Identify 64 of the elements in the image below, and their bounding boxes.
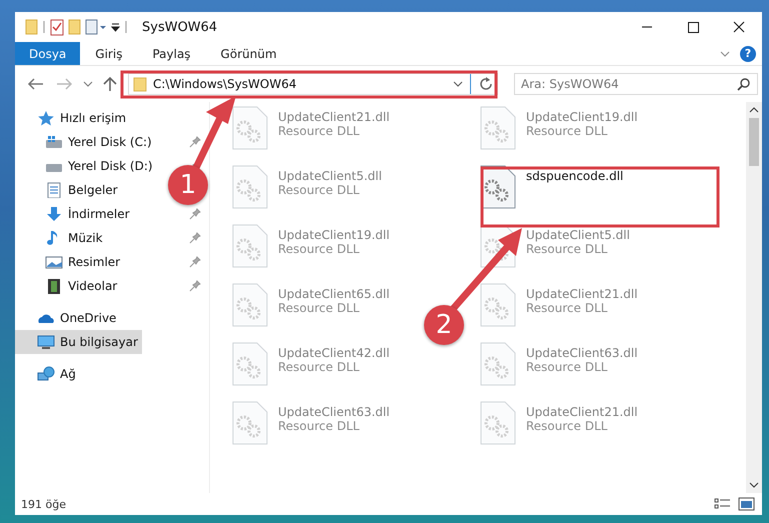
dll-file-gears-icon <box>232 106 268 150</box>
thumbnail-view-icon[interactable] <box>738 497 756 511</box>
sidebar-item[interactable]: Resimler <box>15 250 124 274</box>
sidebar-item[interactable]: Müzik <box>15 226 107 250</box>
dll-file-gears-icon <box>232 342 268 386</box>
search-icon <box>737 77 751 91</box>
file-item[interactable]: UpdateClient19.dll Resource DLL <box>232 224 390 268</box>
scrollbar-thumb[interactable] <box>749 118 759 166</box>
network-icon <box>37 366 55 382</box>
item-count: 191 öğe <box>21 498 66 510</box>
dll-file-gears-icon <box>480 401 516 445</box>
ribbon-tab[interactable]: Dosya <box>15 42 80 65</box>
sidebar-item[interactable]: Videolar <box>15 274 122 298</box>
picture-icon <box>45 254 63 270</box>
dll-file-gears-icon <box>480 283 516 327</box>
document-icon <box>45 182 63 198</box>
details-view-icon[interactable] <box>714 497 732 511</box>
file-item[interactable]: UpdateClient63.dll Resource DLL <box>480 342 638 386</box>
file-item[interactable]: UpdateClient5.dll Resource DLL <box>232 165 382 209</box>
file-item[interactable]: UpdateClient21.dll Resource DLL <box>232 106 390 150</box>
scrollbar[interactable] <box>746 102 762 493</box>
file-item[interactable]: UpdateClient21.dll Resource DLL <box>480 283 638 327</box>
search-field[interactable]: Ara: SysWOW64 <box>514 73 758 95</box>
dll-file-gears-icon <box>480 106 516 150</box>
file-item[interactable]: UpdateClient42.dll Resource DLL <box>232 342 390 386</box>
file-item[interactable]: UpdateClient21.dll Resource DLL <box>480 401 638 445</box>
address-path: C:\Windows\SysWOW64 <box>153 77 298 91</box>
file-item[interactable]: UpdateClient65.dll Resource DLL <box>232 283 390 327</box>
pin-icon[interactable] <box>189 136 201 148</box>
dll-file-gears-icon <box>232 165 268 209</box>
dll-file-gears-icon <box>232 401 268 445</box>
file-item[interactable]: UpdateClient19.dll Resource DLL <box>480 106 638 150</box>
pin-icon[interactable] <box>189 232 201 244</box>
window-title: SysWOW64 <box>142 20 218 34</box>
address-bar[interactable]: C:\Windows\SysWOW64 <box>128 73 498 95</box>
scroll-up-icon[interactable] <box>749 106 759 114</box>
star-icon <box>37 110 55 126</box>
up-arrow-icon[interactable] <box>101 76 119 92</box>
dll-file-gears-icon <box>232 224 268 268</box>
monitor-icon <box>37 334 55 350</box>
file-item[interactable]: sdspuencode.dll <box>480 165 624 209</box>
sidebar-item[interactable]: Ağ <box>15 362 80 386</box>
sidebar-item[interactable]: OneDrive <box>15 306 120 330</box>
help-button[interactable]: ? <box>740 46 756 62</box>
pin-icon[interactable] <box>189 280 201 292</box>
scroll-down-icon[interactable] <box>749 481 759 489</box>
pin-icon[interactable] <box>189 208 201 220</box>
ribbon-tab[interactable]: Giriş <box>80 42 138 65</box>
drive-icon <box>45 134 63 150</box>
file-item[interactable]: UpdateClient63.dll Resource DLL <box>232 401 390 445</box>
sidebar-item[interactable]: Bu bilgisayar <box>15 330 142 354</box>
dll-file-gears-icon <box>232 283 268 327</box>
sidebar-item[interactable]: Yerel Disk (D:) <box>15 154 157 178</box>
film-icon <box>45 278 63 294</box>
download-arrow-icon <box>45 206 63 222</box>
dll-file-gears-icon <box>480 342 516 386</box>
sidebar-item[interactable]: Belgeler <box>15 178 122 202</box>
ribbon-tab[interactable]: Paylaş <box>137 42 206 65</box>
folder-icon <box>133 76 147 92</box>
sidebar-item[interactable]: İndirmeler <box>15 202 134 226</box>
pin-icon[interactable] <box>189 256 201 268</box>
sidebar-item[interactable]: Hızlı erişim <box>15 106 130 130</box>
ribbon-tab[interactable]: Görünüm <box>206 42 292 65</box>
sidebar-item[interactable]: Yerel Disk (C:) <box>15 130 156 154</box>
